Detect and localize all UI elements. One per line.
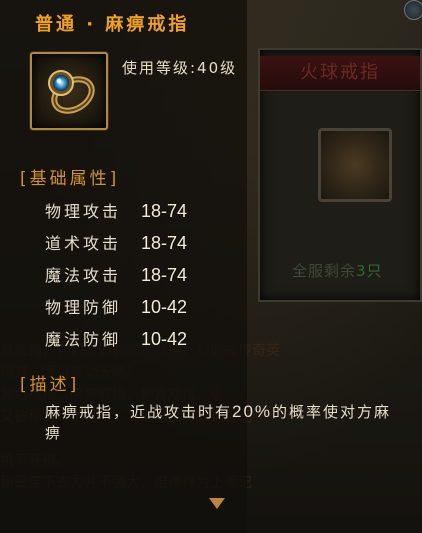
attribute-row: 道术攻击 18-74 [45,230,187,254]
attribute-row: 魔法防御 10-42 [45,326,187,350]
attribute-label: 魔法防御 [45,330,122,349]
attribute-label: 物理攻击 [45,202,122,221]
item-title: 普通 · 麻痹戒指 [35,14,190,35]
attribute-label: 魔法攻击 [45,266,122,285]
item-description: 麻痹戒指，近战攻击时有20%的概率使对方麻痹 [45,401,405,444]
attribute-row: 物理攻击 18-74 [45,198,187,222]
basic-attributes-heading: [基础属性] [20,169,120,189]
remaining-count: 3只 [356,262,383,280]
attribute-value: 18-74 [141,265,188,285]
attribute-value: 18-74 [141,201,188,221]
attribute-value: 10-42 [141,329,188,349]
description-percent: 20% [232,402,273,421]
attribute-row: 魔法攻击 18-74 [45,262,187,286]
background-card-title: 火球戒指 [260,56,420,91]
background-card-remaining: 全服剩余3只 [292,260,383,281]
close-button[interactable] [404,0,422,20]
attribute-value: 18-74 [141,233,188,253]
fireball-ring-icon [318,128,392,202]
background-item-card[interactable]: 火球戒指 全服剩余3只 [258,48,422,302]
item-tooltip: 普通 · 麻痹戒指 使用等级:40级 [基础属性] 物理攻击 18-74 道术攻击… [0,0,389,533]
ring-icon [30,52,108,130]
description-text: 麻痹戒指，近战攻击时有 [45,403,233,421]
attribute-value: 10-42 [141,297,188,317]
attribute-row: 物理防御 10-42 [45,294,187,318]
level-requirement: 使用等级:40级 [122,59,238,77]
description-heading: [描述] [20,375,80,395]
attribute-label: 物理防御 [45,298,122,317]
remaining-label: 全服剩余 [292,262,357,280]
scroll-down-icon[interactable] [209,498,225,509]
attribute-label: 道术攻击 [45,234,122,253]
